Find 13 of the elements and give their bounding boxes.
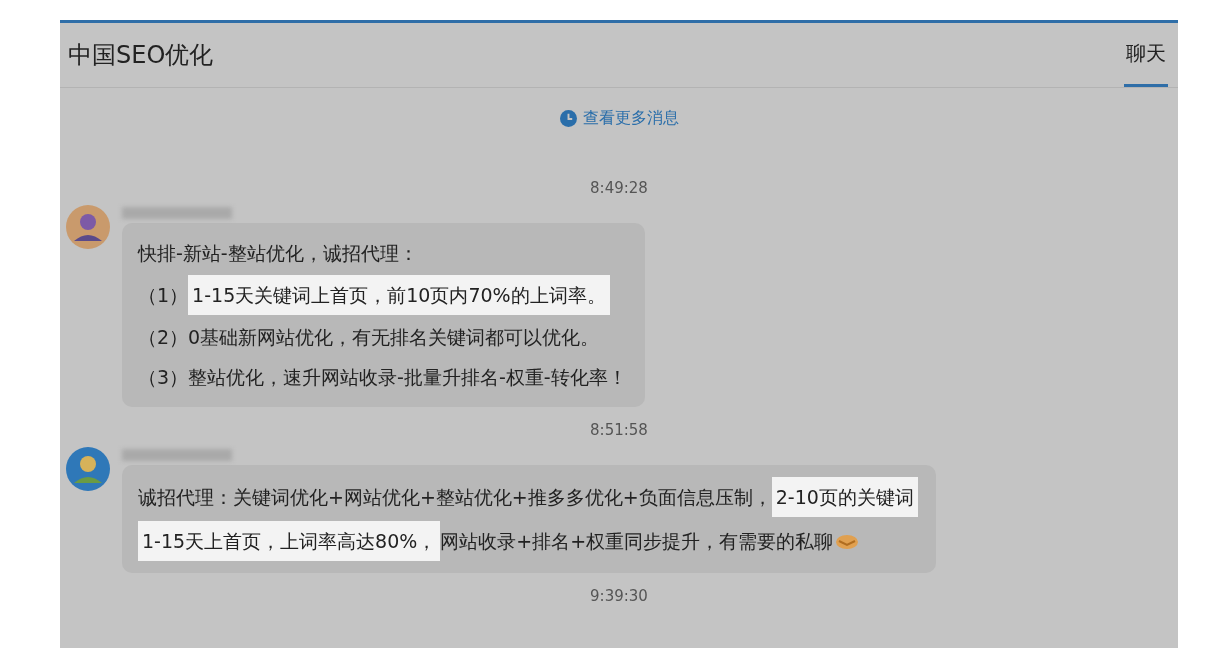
message-text: （3）整站优化，速升网站收录-批量升排名-权重-转化率！ — [138, 365, 627, 390]
chat-title: 中国SEO优化 — [68, 40, 214, 71]
chat-tab[interactable]: 聊天 — [1124, 23, 1168, 87]
avatar-icon — [66, 447, 110, 491]
avatar-icon — [66, 205, 110, 249]
message-text: （2）0基础新网站优化，有无排名关键词都可以优化。 — [138, 325, 601, 350]
message-time: 8:51:58 — [590, 421, 648, 439]
clock-icon — [559, 110, 577, 127]
message-text: 1-15天上首页，上词率高达80%， 网站收录+排名+权重同步提升，有需要的私聊 — [138, 521, 918, 561]
message-time: 8:49:28 — [590, 179, 648, 197]
message-time: 9:39:30 — [590, 587, 648, 605]
message-text: 诚招代理：关键词优化+网站优化+整站优化+推多多优化+负面信息压制， 2-10页的关键词 — [138, 477, 918, 517]
message-text: 快排-新站-整站优化，诚招代理： — [138, 241, 419, 266]
